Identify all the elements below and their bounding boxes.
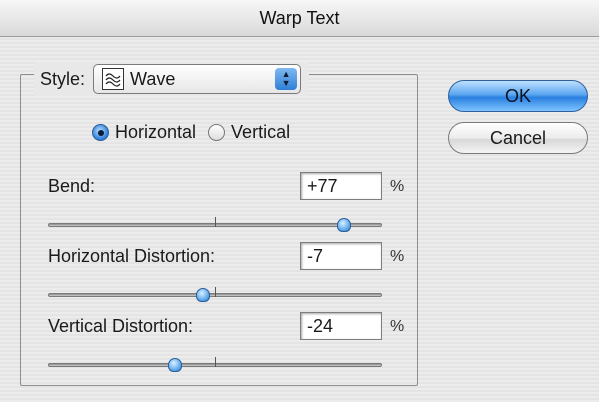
style-popup[interactable]: Wave ▲ ▼ — [93, 64, 302, 94]
bend-unit: % — [390, 178, 405, 195]
style-popup-value: Wave — [130, 68, 176, 89]
radio-vertical-label[interactable]: Vertical — [231, 122, 290, 143]
radio-horizontal[interactable] — [92, 124, 109, 141]
style-row: Style: Wave ▲ ▼ — [34, 62, 310, 96]
vertical-distortion-slider-thumb[interactable] — [167, 358, 182, 372]
wave-warp-icon — [102, 68, 125, 90]
horizontal-distortion-slider-thumb[interactable] — [196, 288, 211, 302]
horizontal-distortion-field[interactable]: -7 — [300, 242, 382, 270]
popup-arrows-icon: ▲ ▼ — [275, 68, 298, 90]
vertical-distortion-unit: % — [390, 318, 405, 335]
ok-button[interactable]: OK — [448, 80, 588, 112]
horizontal-distortion-label: Horizontal Distortion: — [48, 246, 216, 266]
bend-slider-thumb[interactable] — [336, 218, 351, 232]
window-title: Warp Text — [259, 7, 340, 28]
bend-field[interactable]: +77 — [300, 172, 382, 200]
vertical-distortion-label: Vertical Distortion: — [48, 316, 194, 336]
vertical-distortion-slider-center-tick — [215, 357, 216, 367]
cancel-button[interactable]: Cancel — [448, 122, 588, 154]
radio-horizontal-label[interactable]: Horizontal — [115, 122, 196, 143]
radio-vertical[interactable] — [208, 124, 226, 141]
horizontal-distortion-unit: % — [390, 248, 405, 265]
style-label: Style: — [40, 68, 86, 89]
vertical-distortion-field[interactable]: -24 — [300, 312, 382, 340]
bend-label: Bend: — [48, 176, 96, 196]
orientation-radio-group: Horizontal Vertical — [92, 122, 302, 143]
bend-slider-center-tick — [215, 217, 216, 227]
window-title-bar: Warp Text — [0, 0, 599, 37]
horizontal-distortion-slider-center-tick — [215, 287, 216, 297]
